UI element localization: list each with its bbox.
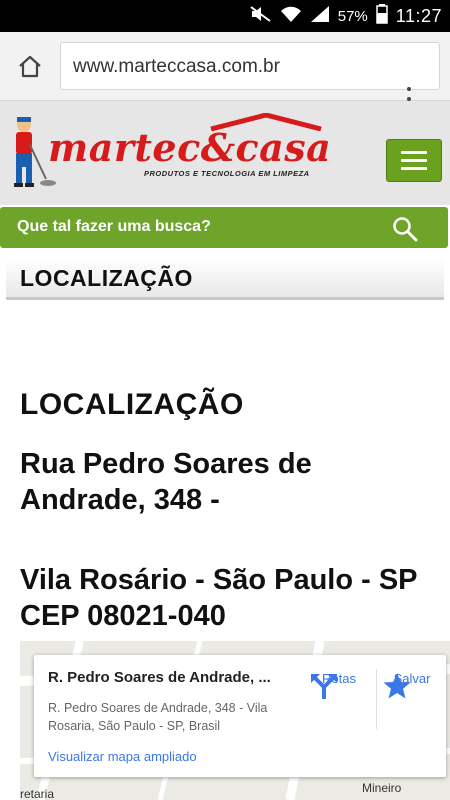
status-bar: 57% 11:27: [0, 0, 450, 32]
search-placeholder: Que tal fazer uma busca?: [17, 218, 211, 235]
mute-icon: [250, 6, 272, 26]
wifi-icon: [280, 5, 302, 27]
save-button[interactable]: Salvar: [382, 671, 442, 699]
home-icon: [19, 55, 41, 78]
status-icons: 57% 11:27: [250, 0, 442, 32]
section-title-bar: LOCALIZAÇÃO: [6, 258, 444, 300]
clock: 11:27: [395, 5, 442, 26]
map-label: retaria: [20, 787, 55, 800]
battery-icon: [376, 4, 388, 28]
directions-button[interactable]: Rotas: [309, 671, 369, 699]
place-address: R. Pedro Soares de Andrade, 348 - Vila R…: [48, 701, 268, 733]
hamburger-icon-line: [401, 159, 427, 162]
battery-percent: 57%: [337, 7, 368, 25]
search-bar[interactable]: Que tal fazer uma busca?: [0, 207, 448, 248]
home-button[interactable]: [14, 50, 46, 82]
place-title: R. Pedro Soares de Andrade, ...: [48, 669, 271, 686]
view-larger-map-link[interactable]: Visualizar mapa ampliado: [48, 749, 197, 764]
star-icon: [383, 673, 411, 699]
place-card: R. Pedro Soares de Andrade, ... R. Pedro…: [34, 655, 446, 777]
page-title: LOCALIZAÇÃO: [20, 388, 244, 421]
directions-icon: [311, 674, 337, 699]
embedded-map[interactable]: retaria Mineiro R. Pedro Soares de Andra…: [20, 641, 450, 800]
card-divider: [376, 669, 377, 729]
logo-tagline: PRODUTOS E TECNOLOGIA EM LIMPEZA: [144, 169, 310, 178]
url-text: www.marteccasa.com.br: [73, 56, 280, 77]
address-street: Rua Pedro Soares de Andrade, 348 -: [20, 448, 312, 516]
url-bar[interactable]: www.marteccasa.com.br: [60, 42, 440, 90]
site-header: martec&casa PRODUTOS E TECNOLOGIA EM LIM…: [0, 101, 450, 205]
address-city: Vila Rosário - São Paulo - SP CEP 08021-…: [20, 564, 417, 632]
logo-wordmark: martec&casa: [48, 125, 332, 170]
hamburger-icon-line: [401, 167, 427, 170]
site-logo[interactable]: martec&casa PRODUTOS E TECNOLOGIA EM LIM…: [6, 111, 336, 191]
hamburger-icon-line: [401, 151, 427, 154]
map-label: Mineiro: [362, 781, 402, 795]
signal-icon: [310, 5, 330, 27]
section-bar-title: LOCALIZAÇÃO: [20, 265, 193, 291]
menu-toggle-button[interactable]: [386, 139, 442, 182]
dot-icon: [407, 87, 411, 91]
search-icon[interactable]: [392, 216, 418, 247]
browser-toolbar: www.marteccasa.com.br: [0, 32, 450, 111]
